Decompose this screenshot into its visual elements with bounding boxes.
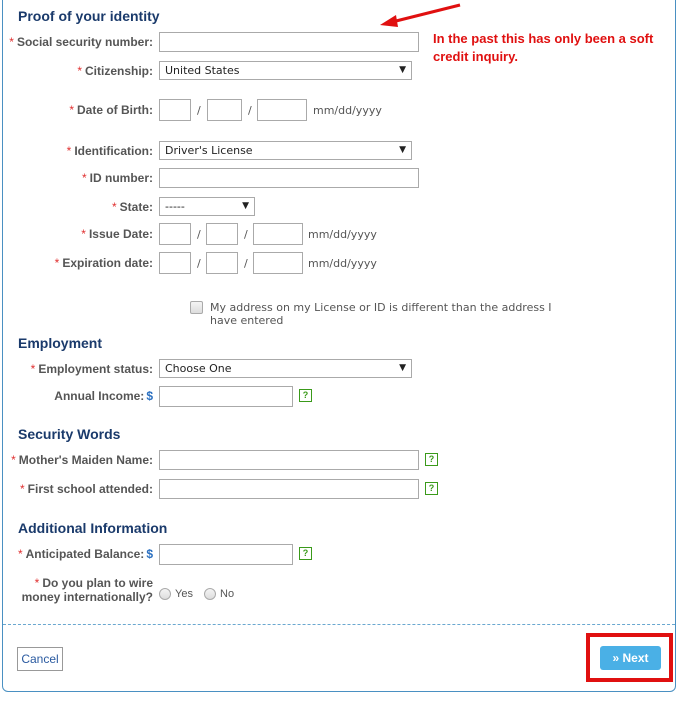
- annual-income-label: Annual Income: $: [54, 389, 153, 403]
- date-separator: /: [248, 104, 252, 117]
- annotation-arrow: [380, 3, 461, 27]
- date-separator: /: [197, 228, 201, 241]
- section-heading-identity: Proof of your identity: [18, 8, 160, 24]
- citizenship-select[interactable]: United States ▼: [159, 61, 412, 80]
- issue-date-label: * Issue Date:: [81, 227, 153, 241]
- dob-month-input[interactable]: [159, 99, 191, 121]
- expiration-day-input[interactable]: [206, 252, 238, 274]
- chevron-down-icon: ▼: [399, 65, 406, 75]
- annual-income-input[interactable]: [159, 386, 293, 407]
- help-icon[interactable]: ?: [425, 453, 438, 466]
- issue-format-hint: mm/dd/yyyy: [308, 228, 377, 241]
- dob-format-hint: mm/dd/yyyy: [313, 104, 382, 117]
- dob-label: * Date of Birth:: [69, 103, 153, 117]
- help-icon[interactable]: ?: [299, 389, 312, 402]
- employment-status-select[interactable]: Choose One ▼: [159, 359, 412, 378]
- issue-month-input[interactable]: [159, 223, 191, 245]
- annotation-note: In the past this has only been a soft cr…: [433, 31, 654, 64]
- wire-money-label: * Do you plan to wire money internationall…: [21, 576, 153, 604]
- date-separator: /: [197, 104, 201, 117]
- identification-label: * Identification:: [66, 144, 153, 158]
- cancel-button[interactable]: Cancel: [17, 647, 63, 671]
- anticipated-balance-label: * Anticipated Balance: $: [17, 547, 153, 561]
- footer-divider: [3, 624, 675, 625]
- id-number-label: * ID number:: [81, 171, 153, 185]
- first-school-input[interactable]: [159, 479, 419, 499]
- help-icon[interactable]: ?: [425, 482, 438, 495]
- anticipated-balance-input[interactable]: [159, 544, 293, 565]
- employment-status-label: * Employment status:: [30, 362, 153, 376]
- required-marker: *: [9, 35, 14, 49]
- wire-no-radio[interactable]: [204, 588, 216, 600]
- issue-year-input[interactable]: [253, 223, 303, 245]
- wire-yes-label: Yes: [175, 588, 193, 600]
- issue-day-input[interactable]: [206, 223, 238, 245]
- annotation-highlight-box: [586, 633, 673, 682]
- wire-no-label: No: [220, 588, 235, 600]
- address-different-label: My address on my License or ID is differ…: [210, 301, 552, 327]
- first-school-label: * First school attended:: [19, 482, 153, 496]
- dob-day-input[interactable]: [207, 99, 242, 121]
- expiration-year-input[interactable]: [253, 252, 303, 274]
- chevron-down-icon: ▼: [242, 201, 249, 211]
- maiden-name-label: * Mother's Maiden Name:: [11, 453, 153, 467]
- address-different-checkbox[interactable]: [190, 301, 203, 314]
- chevron-down-icon: ▼: [399, 145, 406, 155]
- dob-year-input[interactable]: [257, 99, 307, 121]
- state-label: * State:: [111, 200, 153, 214]
- maiden-name-input[interactable]: [159, 450, 419, 470]
- id-number-input[interactable]: [159, 168, 419, 188]
- date-separator: /: [244, 257, 248, 270]
- ssn-label: * Social security number:: [9, 35, 153, 49]
- date-separator: /: [244, 228, 248, 241]
- section-heading-security: Security Words: [18, 426, 121, 442]
- state-select[interactable]: ----- ▼: [159, 197, 255, 216]
- ssn-input[interactable]: [159, 32, 419, 52]
- date-separator: /: [197, 257, 201, 270]
- chevron-down-icon: ▼: [399, 363, 406, 373]
- section-heading-additional: Additional Information: [18, 520, 168, 536]
- expiration-month-input[interactable]: [159, 252, 191, 274]
- help-icon[interactable]: ?: [299, 547, 312, 560]
- wire-yes-radio[interactable]: [159, 588, 171, 600]
- identification-select[interactable]: Driver's License ▼: [159, 141, 412, 160]
- section-heading-employment: Employment: [18, 335, 103, 351]
- expiration-format-hint: mm/dd/yyyy: [308, 257, 377, 270]
- citizenship-label: * Citizenship:: [77, 64, 153, 78]
- expiration-date-label: * Expiration date:: [54, 256, 153, 270]
